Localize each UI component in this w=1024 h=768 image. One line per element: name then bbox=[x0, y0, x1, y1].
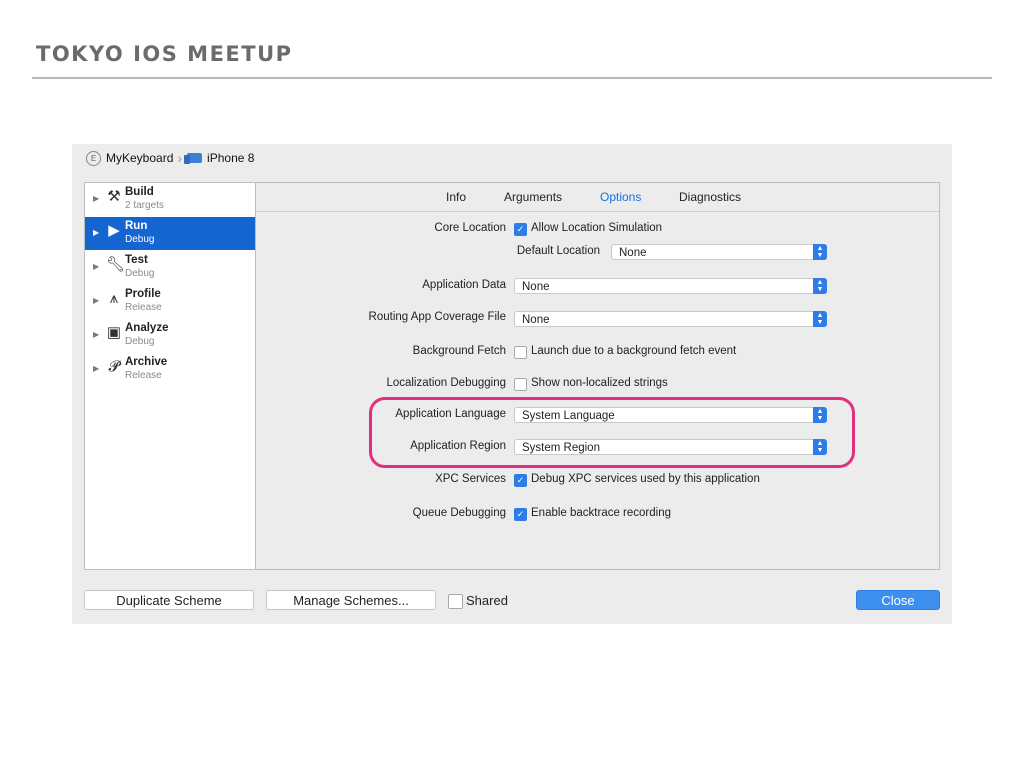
slide-title: TOKYO IOS MEETUP bbox=[36, 42, 293, 66]
title-divider bbox=[32, 77, 992, 79]
sidebar-item-label: Profile bbox=[125, 288, 161, 300]
stepper-arrows-icon: ▲ ▼ bbox=[813, 244, 827, 260]
sidebar-item-sublabel: 2 targets bbox=[125, 200, 164, 211]
application-data-label: Application Data bbox=[422, 279, 506, 291]
breadcrumb-scheme[interactable]: MyKeyboard bbox=[106, 151, 173, 165]
background-fetch-label: Background Fetch bbox=[412, 345, 506, 357]
sidebar-item-build[interactable]: ▶ ⚒ Build 2 targets bbox=[85, 183, 256, 216]
debug-xpc-services-label[interactable]: Debug XPC services used by this applicat… bbox=[531, 473, 760, 485]
tab-diagnostics[interactable]: Diagnostics bbox=[679, 190, 741, 204]
sidebar-item-sublabel: Debug bbox=[125, 336, 155, 347]
default-location-label: Default Location bbox=[516, 245, 600, 257]
default-location-select[interactable]: None ▲ ▼ bbox=[611, 244, 827, 260]
routing-coverage-label: Routing App Coverage File bbox=[368, 311, 506, 323]
application-data-select[interactable]: None ▲ ▼ bbox=[514, 278, 827, 294]
sidebar-item-sublabel: Debug bbox=[125, 268, 155, 279]
sidebar-item-sublabel: Release bbox=[125, 302, 162, 313]
xpc-services-label: XPC Services bbox=[435, 473, 506, 485]
disclosure-triangle-icon[interactable]: ▶ bbox=[93, 228, 99, 237]
sidebar-item-run[interactable]: ▶ ▶ Run Debug bbox=[85, 217, 256, 250]
enable-backtrace-label[interactable]: Enable backtrace recording bbox=[531, 507, 671, 519]
shared-label[interactable]: Shared bbox=[466, 593, 508, 608]
manage-schemes-button[interactable]: Manage Schemes... bbox=[266, 590, 436, 610]
background-fetch-checkbox-label[interactable]: Launch due to a background fetch event bbox=[531, 345, 736, 357]
wrench-icon: 🔧︎ bbox=[106, 256, 126, 273]
tab-arguments[interactable]: Arguments bbox=[504, 190, 562, 204]
routing-coverage-select[interactable]: None ▲ ▼ bbox=[514, 311, 827, 327]
sidebar-item-analyze[interactable]: ▶ ▣ Analyze Debug bbox=[85, 319, 256, 352]
show-non-localized-label[interactable]: Show non-localized strings bbox=[531, 377, 668, 389]
tab-info[interactable]: Info bbox=[446, 190, 466, 204]
disclosure-triangle-icon[interactable]: ▶ bbox=[93, 296, 99, 305]
scheme-editor-window: E MyKeyboard › iPhone 8 ▶ ⚒ Build 2 targ… bbox=[72, 144, 952, 624]
sidebar-item-label: Run bbox=[125, 220, 148, 232]
disclosure-triangle-icon[interactable]: ▶ bbox=[93, 262, 99, 271]
sidebar-item-sublabel: Release bbox=[125, 370, 162, 381]
hammer-icon: ⚒ bbox=[107, 188, 121, 205]
sidebar-item-test[interactable]: ▶ 🔧︎ Test Debug bbox=[85, 251, 256, 284]
instruments-icon: ⩚ bbox=[109, 290, 119, 307]
scheme-action-list: ▶ ⚒ Build 2 targets ▶ ▶ Run Debug ▶ 🔧︎ T… bbox=[84, 182, 257, 570]
language-region-highlight bbox=[369, 397, 855, 468]
routing-coverage-value: None bbox=[522, 314, 550, 326]
archive-icon: 𝓟 bbox=[108, 358, 120, 375]
sidebar-item-label: Test bbox=[125, 254, 148, 266]
breadcrumb-device[interactable]: iPhone 8 bbox=[207, 151, 254, 165]
shared-checkbox[interactable] bbox=[448, 594, 463, 609]
stepper-arrows-icon: ▲ ▼ bbox=[813, 311, 827, 327]
stepper-arrows-icon: ▲ ▼ bbox=[813, 278, 827, 294]
breadcrumb: E MyKeyboard › iPhone 8 bbox=[86, 150, 254, 166]
queue-debugging-label: Queue Debugging bbox=[412, 507, 506, 519]
show-non-localized-checkbox[interactable] bbox=[514, 378, 527, 391]
allow-location-simulation-checkbox[interactable]: ✓ bbox=[514, 223, 527, 236]
sidebar-item-profile[interactable]: ▶ ⩚ Profile Release bbox=[85, 285, 256, 318]
sidebar-item-label: Archive bbox=[125, 356, 168, 368]
chevron-right-icon: › bbox=[177, 150, 183, 166]
application-data-value: None bbox=[522, 281, 550, 293]
disclosure-triangle-icon[interactable]: ▶ bbox=[93, 330, 99, 339]
sidebar-item-archive[interactable]: ▶ 𝓟 Archive Release bbox=[85, 353, 256, 386]
device-icon bbox=[184, 153, 203, 164]
allow-location-simulation-label[interactable]: Allow Location Simulation bbox=[531, 222, 662, 234]
background-fetch-checkbox[interactable] bbox=[514, 346, 527, 359]
tab-options[interactable]: Options bbox=[600, 190, 641, 204]
play-icon: ▶ bbox=[108, 222, 120, 239]
close-button[interactable]: Close bbox=[856, 590, 940, 610]
disclosure-triangle-icon[interactable]: ▶ bbox=[93, 364, 99, 373]
disclosure-triangle-icon[interactable]: ▶ bbox=[93, 194, 99, 203]
tab-bar: Info Arguments Options Diagnostics bbox=[256, 183, 939, 212]
debug-xpc-services-checkbox[interactable]: ✓ bbox=[514, 474, 527, 487]
core-location-label: Core Location bbox=[434, 222, 506, 234]
sidebar-item-label: Analyze bbox=[125, 322, 169, 334]
default-location-value: None bbox=[619, 247, 647, 259]
sidebar-item-sublabel: Debug bbox=[125, 234, 155, 245]
sidebar-item-label: Build bbox=[125, 186, 154, 198]
localization-debugging-label: Localization Debugging bbox=[386, 377, 506, 389]
enable-backtrace-checkbox[interactable]: ✓ bbox=[514, 508, 527, 521]
options-panel: Info Arguments Options Diagnostics Core … bbox=[255, 182, 940, 570]
duplicate-scheme-button[interactable]: Duplicate Scheme bbox=[84, 590, 254, 610]
extension-icon: E bbox=[86, 150, 101, 166]
analyze-icon: ▣ bbox=[106, 324, 122, 341]
